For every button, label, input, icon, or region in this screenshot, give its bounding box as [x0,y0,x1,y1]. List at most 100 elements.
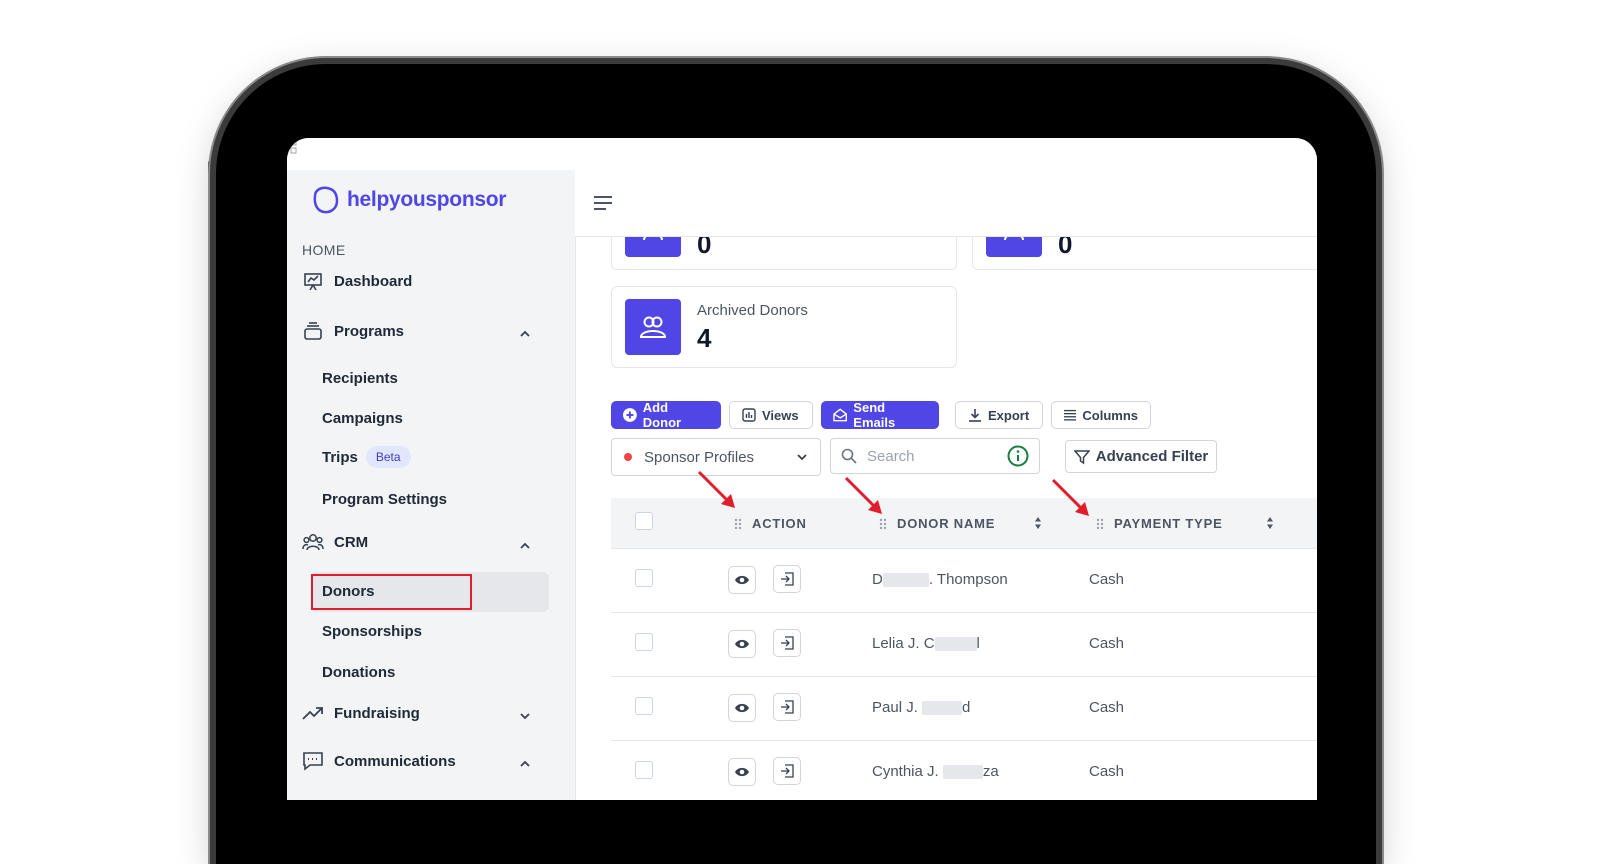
chevron-up-icon[interactable] [519,758,531,770]
login-as-button[interactable] [773,565,801,593]
donor-name-end: za [982,763,999,780]
login-as-button[interactable] [773,757,801,785]
views-button[interactable]: Views [729,401,813,429]
plus-circle-icon [623,408,637,422]
sidebar-item-trips[interactable]: Trips Beta [322,446,411,468]
payment-type-cell: Cash [1089,635,1125,652]
donor-name-start: D [872,571,883,588]
apps-grid-icon [287,140,297,154]
sidebar-item-donors[interactable]: Donors [322,583,375,600]
row-checkbox[interactable] [635,569,653,587]
view-button[interactable] [728,758,756,786]
view-button[interactable] [728,630,756,658]
users-icon [639,316,667,338]
drag-handle-icon[interactable] [734,518,742,530]
donor-name-cell: D . Thompson [872,571,1008,588]
advanced-filter-button[interactable]: Advanced Filter [1065,440,1217,473]
row-checkbox[interactable] [635,761,653,779]
chevron-up-icon[interactable] [519,540,531,552]
button-label: Send Emails [853,400,896,430]
sign-in-icon [781,700,794,714]
row-checkbox[interactable] [635,633,653,651]
send-emails-button[interactable]: Send Emails [821,400,939,430]
sidebar-item-fundraising[interactable]: Fundraising [302,702,420,724]
device-top-button-1 [372,56,452,62]
sign-in-icon [781,636,794,650]
brand-logo[interactable]: helpyousponsor [309,184,506,216]
list-icon [1064,409,1077,421]
trending-up-icon [302,702,324,724]
column-header-action[interactable]: ACTION [734,516,807,531]
donor-name-end: d [962,699,971,716]
sidebar-item-sponsorships[interactable]: Sponsorships [322,623,422,640]
columns-button[interactable]: Columns [1051,401,1151,429]
annotation-arrow-icon [697,470,735,508]
table-row[interactable]: Paul J. d Cash [611,677,1317,741]
sidebar-item-crm[interactable]: CRM [302,531,368,553]
device-side-button [208,160,216,250]
brand-blob-icon [313,186,339,214]
column-header-donor-name[interactable]: DONOR NAME [879,516,995,531]
column-header-label: PAYMENT TYPE [1114,516,1223,531]
stat-label: Archived Donors [697,302,808,319]
select-all-checkbox[interactable] [635,512,653,530]
donor-name-start: Lelia J. C [872,635,935,652]
stat-icon-tile [625,299,681,355]
sidebar-item-label: Communications [334,752,456,770]
stat-card-archived-donors: Archived Donors 4 [611,286,957,368]
sidebar-item-label: Trips [322,448,358,466]
sidebar-item-dashboard[interactable]: Dashboard [302,270,412,292]
table-row[interactable]: Cynthia J. za Cash [611,741,1317,800]
row-checkbox[interactable] [635,697,653,715]
login-as-button[interactable] [773,629,801,657]
chevron-down-icon [797,454,807,461]
sidebar-item-program-settings[interactable]: Program Settings [322,491,447,508]
envelope-open-icon [833,408,848,422]
menu-toggle-icon[interactable] [593,194,613,212]
main-header [575,170,1317,237]
filter-funnel-icon [1073,449,1090,464]
app-screen: helpyousponsor HOME Dashboard Programs R… [287,138,1317,800]
payment-type-cell: Cash [1089,699,1125,716]
stat-value: 4 [697,323,712,353]
sort-icon[interactable] [1034,516,1042,530]
export-button[interactable]: Export [955,401,1043,429]
search-input[interactable]: Search [867,448,1007,465]
chevron-down-icon[interactable] [519,710,531,722]
sign-in-icon [781,572,794,586]
sidebar-item-recipients[interactable]: Recipients [322,370,398,387]
donor-name-end: . Thompson [928,571,1008,588]
login-as-button[interactable] [773,693,801,721]
sidebar-item-programs[interactable]: Programs [302,320,404,342]
button-label: Advanced Filter [1095,448,1209,465]
donor-name-start: Paul J. [872,699,923,716]
sidebar-item-label: Programs [334,322,405,340]
table-row[interactable]: Lelia J. C l Cash [611,613,1317,677]
sidebar-item-campaigns[interactable]: Campaigns [322,410,403,427]
eye-icon [735,575,749,585]
drag-handle-icon[interactable] [1096,518,1104,530]
column-header-label: ACTION [752,516,807,531]
chevron-up-icon[interactable] [519,328,531,340]
table-row[interactable]: D . Thompson Cash [611,549,1317,613]
column-header-payment-type[interactable]: PAYMENT TYPE [1096,516,1223,531]
bar-chart-icon [742,408,756,422]
annotation-arrow-icon [1051,478,1089,516]
view-button[interactable] [728,694,756,722]
beta-badge: Beta [365,446,411,468]
redacted-text [934,637,977,652]
search-field[interactable]: Search [830,438,1040,474]
sidebar-item-communications[interactable]: Communications [302,750,456,772]
donor-name-start: Cynthia J. [872,763,943,780]
redacted-text [942,765,983,780]
view-button[interactable] [728,566,756,594]
info-icon[interactable] [1007,445,1029,467]
redacted-text [922,701,963,716]
sidebar-item-donations[interactable]: Donations [322,664,395,681]
sort-icon[interactable] [1266,516,1274,530]
add-donor-button[interactable]: Add Donor [611,400,721,430]
drag-handle-icon[interactable] [879,518,887,530]
presentation-chart-icon [302,270,324,292]
button-label: Add Donor [642,400,682,430]
eye-icon [735,639,749,649]
